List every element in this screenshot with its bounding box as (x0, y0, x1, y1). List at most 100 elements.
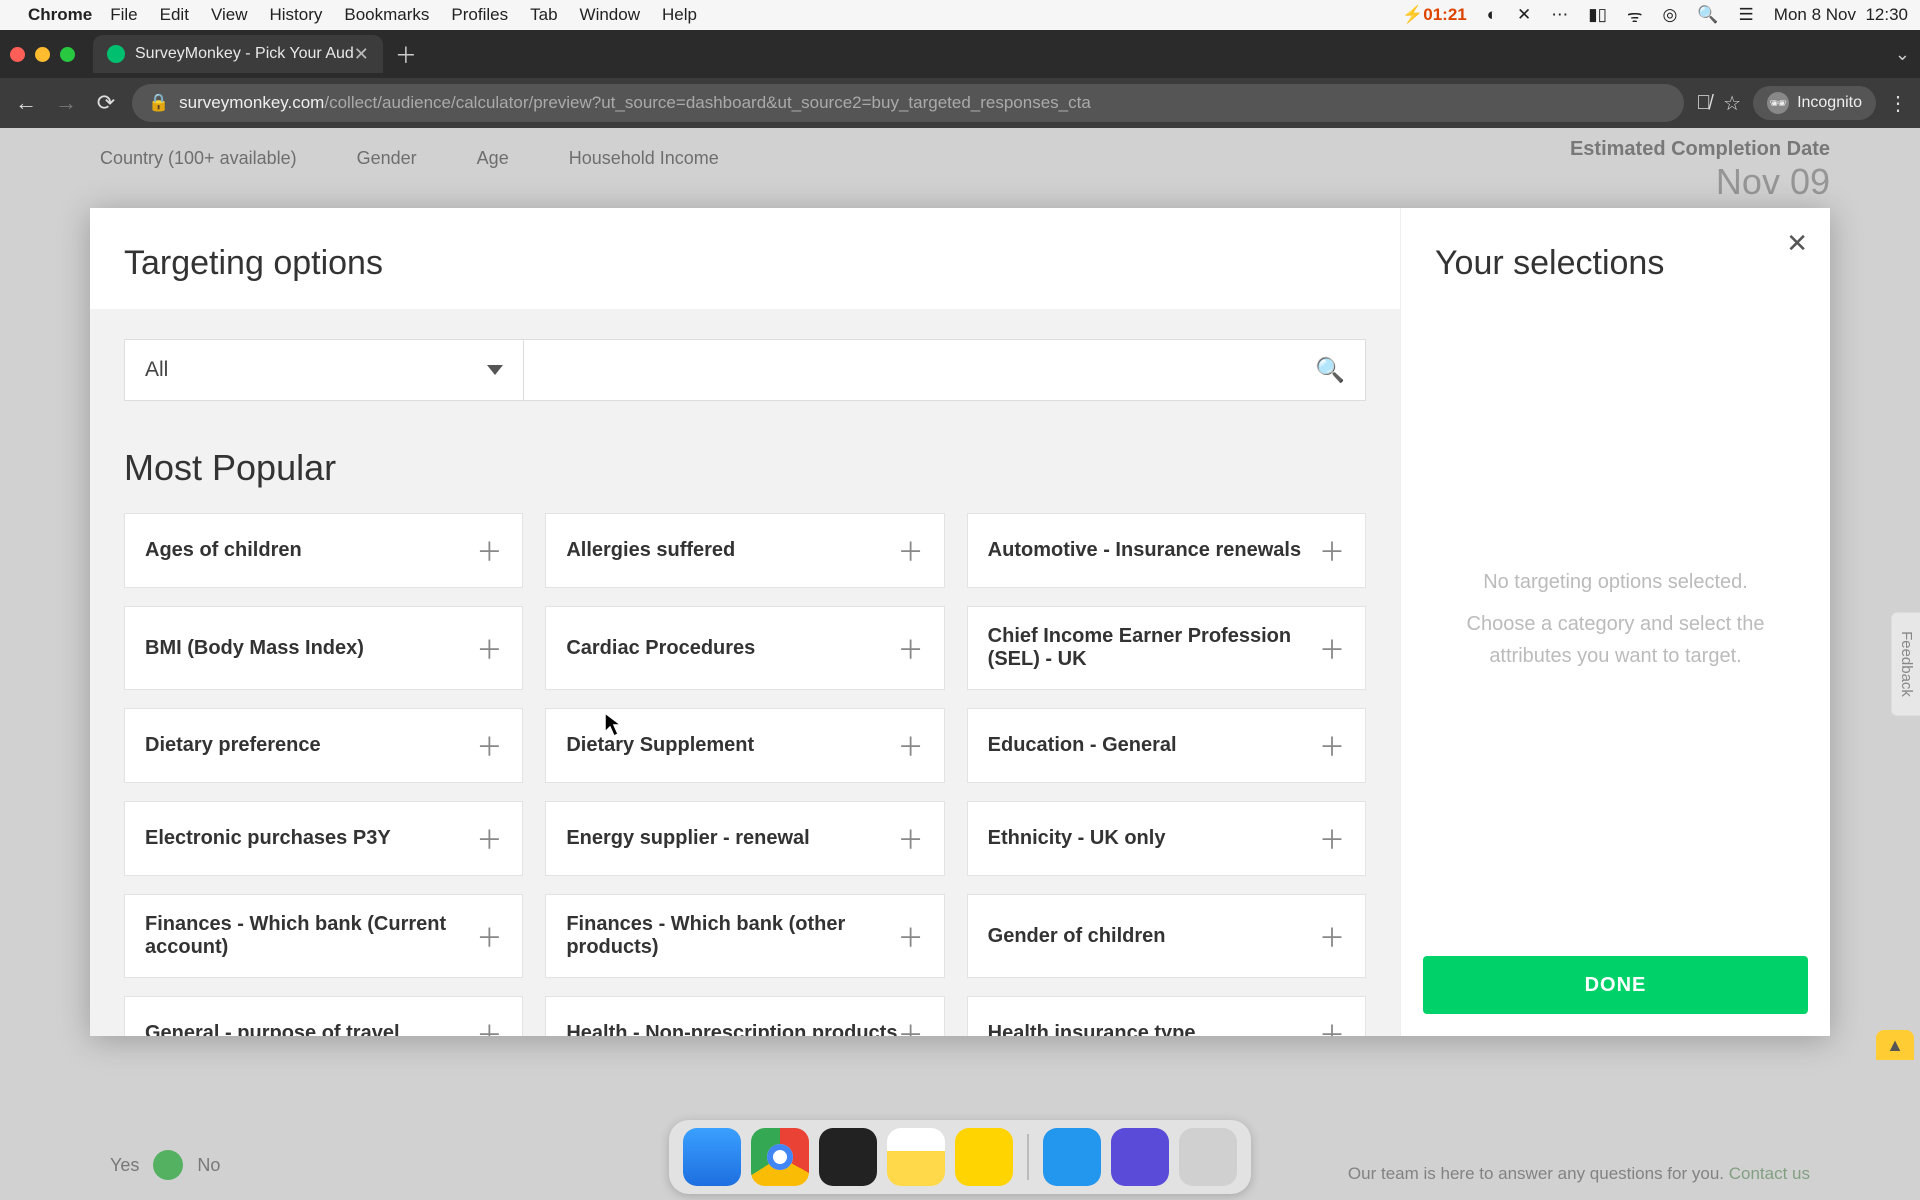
kebab-menu-icon[interactable]: ⋮ (1888, 91, 1908, 116)
menu-edit[interactable]: Edit (160, 5, 189, 25)
plus-icon: ＋ (898, 1015, 924, 1036)
menu-help[interactable]: Help (662, 5, 697, 25)
status-icon-3[interactable]: ⋯ (1551, 5, 1568, 25)
menu-history[interactable]: History (269, 5, 322, 25)
targeting-option[interactable]: Health insurance type＋ (967, 996, 1366, 1036)
selections-title: Your selections (1401, 208, 1830, 303)
status-icon-2[interactable]: ✕ (1517, 5, 1531, 25)
scroll-top-button[interactable]: ▲ (1876, 1030, 1914, 1060)
tab-close-icon[interactable]: ✕ (354, 44, 369, 65)
dock-notes-icon[interactable] (887, 1128, 945, 1186)
targeting-options-modal: Targeting options All 🔍 Most Popular (90, 208, 1830, 1036)
option-label: Electronic purchases P3Y (145, 827, 391, 850)
modal-left-pane: Targeting options All 🔍 Most Popular (90, 208, 1400, 1036)
address-bar[interactable]: 🔒 surveymonkey.com/collect/audience/calc… (132, 84, 1684, 122)
star-icon[interactable]: ☆ (1723, 91, 1741, 116)
option-label: Cardiac Procedures (566, 637, 755, 660)
dock-app-icon[interactable] (955, 1128, 1013, 1186)
control-center-icon[interactable]: ◎ (1663, 5, 1678, 25)
targeting-option[interactable]: Ages of children ＋ (124, 513, 523, 588)
wifi-icon[interactable]: ᯤ (1627, 4, 1643, 27)
window-maximize-button[interactable] (60, 47, 75, 62)
battery-icon[interactable]: ▮▯ (1588, 5, 1607, 25)
options-grid: Ages of children＋Allergies suffered＋Auto… (124, 513, 1366, 1036)
tab-strip: SurveyMonkey - Pick Your Aud ✕ ＋ ⌄ (0, 30, 1920, 78)
targeting-option[interactable]: Allergies suffered＋ (545, 513, 944, 588)
menu-tab[interactable]: Tab (530, 5, 557, 25)
menu-profiles[interactable]: Profiles (451, 5, 508, 25)
option-label: Gender of children (988, 925, 1166, 948)
targeting-option[interactable]: Dietary preference＋ (124, 708, 523, 783)
plus-icon: ＋ (476, 532, 502, 569)
status-icon-1[interactable]: ◐ (1487, 5, 1497, 25)
targeting-option[interactable]: Energy supplier - renewal＋ (545, 801, 944, 876)
browser-tab[interactable]: SurveyMonkey - Pick Your Aud ✕ (93, 35, 383, 73)
targeting-option[interactable]: Finances - Which bank (other products)＋ (545, 894, 944, 978)
new-tab-button[interactable]: ＋ (395, 38, 417, 70)
targeting-option[interactable]: Ethnicity - UK only＋ (967, 801, 1366, 876)
battery-time-value: 01:21 (1423, 5, 1466, 24)
category-select[interactable]: All (124, 339, 524, 401)
option-label: Dietary Supplement (566, 734, 754, 757)
plus-icon: ＋ (1319, 532, 1345, 569)
menu-view[interactable]: View (211, 5, 248, 25)
plus-icon: ＋ (898, 532, 924, 569)
window-minimize-button[interactable] (35, 47, 50, 62)
tab-favicon-icon (107, 45, 125, 63)
dock (669, 1120, 1251, 1194)
targeting-option[interactable]: Electronic purchases P3Y＋ (124, 801, 523, 876)
targeting-option[interactable]: Education - General＋ (967, 708, 1366, 783)
dock-divider (1027, 1134, 1029, 1180)
battery-time-icon[interactable]: ⚡01:21 (1402, 5, 1467, 25)
dock-trash-icon[interactable] (1179, 1128, 1237, 1186)
option-label: Ages of children (145, 539, 302, 562)
incognito-label: Incognito (1797, 94, 1862, 112)
dock-terminal-icon[interactable] (819, 1128, 877, 1186)
targeting-option[interactable]: Automotive - Insurance renewals＋ (967, 513, 1366, 588)
menu-file[interactable]: File (110, 5, 137, 25)
search-icon[interactable]: 🔍 (1315, 356, 1345, 385)
plus-icon: ＋ (476, 630, 502, 667)
option-label: Health insurance type (988, 1022, 1196, 1036)
chevron-down-icon (487, 365, 503, 375)
menubar-clock[interactable]: Mon 8 Nov 12:30 (1774, 5, 1908, 25)
search-input[interactable] (544, 359, 1315, 382)
option-label: BMI (Body Mass Index) (145, 637, 364, 660)
selections-empty-state: No targeting options selected. Choose a … (1401, 303, 1830, 934)
siri-icon[interactable]: ☰ (1739, 5, 1754, 25)
dock-streamdeck-icon[interactable] (1111, 1128, 1169, 1186)
feedback-tab[interactable]: Feedback (1891, 612, 1920, 716)
targeting-option[interactable]: Health - Non-prescription products＋ (545, 996, 944, 1036)
option-label: Dietary preference (145, 734, 321, 757)
menubar-app-name[interactable]: Chrome (28, 5, 92, 25)
nav-reload-button[interactable]: ⟳ (92, 90, 120, 116)
nav-forward-button[interactable]: → (52, 90, 80, 116)
option-label: Finances - Which bank (other products) (566, 913, 897, 959)
menu-window[interactable]: Window (580, 5, 640, 25)
targeting-option[interactable]: Cardiac Procedures＋ (545, 606, 944, 690)
nav-back-button[interactable]: ← (12, 90, 40, 116)
spotlight-icon[interactable]: 🔍 (1697, 5, 1718, 25)
targeting-option[interactable]: General - purpose of travel＋ (124, 996, 523, 1036)
dock-docker-icon[interactable] (1043, 1128, 1101, 1186)
search-input-wrapper: 🔍 (524, 339, 1366, 401)
close-icon[interactable]: ✕ (1786, 228, 1808, 259)
targeting-option[interactable]: Gender of children＋ (967, 894, 1366, 978)
window-close-button[interactable] (10, 47, 25, 62)
done-button[interactable]: DONE (1423, 956, 1808, 1014)
targeting-option[interactable]: Finances - Which bank (Current account)＋ (124, 894, 523, 978)
targeting-option[interactable]: Dietary Supplement＋ (545, 708, 944, 783)
dock-chrome-icon[interactable] (751, 1128, 809, 1186)
dock-finder-icon[interactable] (683, 1128, 741, 1186)
section-title: Most Popular (124, 447, 1366, 489)
menu-bookmarks[interactable]: Bookmarks (344, 5, 429, 25)
targeting-option[interactable]: Chief Income Earner Profession (SEL) - U… (967, 606, 1366, 690)
option-label: Ethnicity - UK only (988, 827, 1166, 850)
incognito-indicator[interactable]: 🕶 Incognito (1753, 86, 1876, 120)
window-controls (10, 47, 75, 62)
eye-off-icon[interactable]: 👁̸ (1696, 92, 1711, 115)
targeting-option[interactable]: BMI (Body Mass Index) ＋ (124, 606, 523, 690)
option-label: Education - General (988, 734, 1177, 757)
tab-overflow-icon[interactable]: ⌄ (1895, 44, 1910, 65)
mac-menubar: Chrome File Edit View History Bookmarks … (0, 0, 1920, 30)
